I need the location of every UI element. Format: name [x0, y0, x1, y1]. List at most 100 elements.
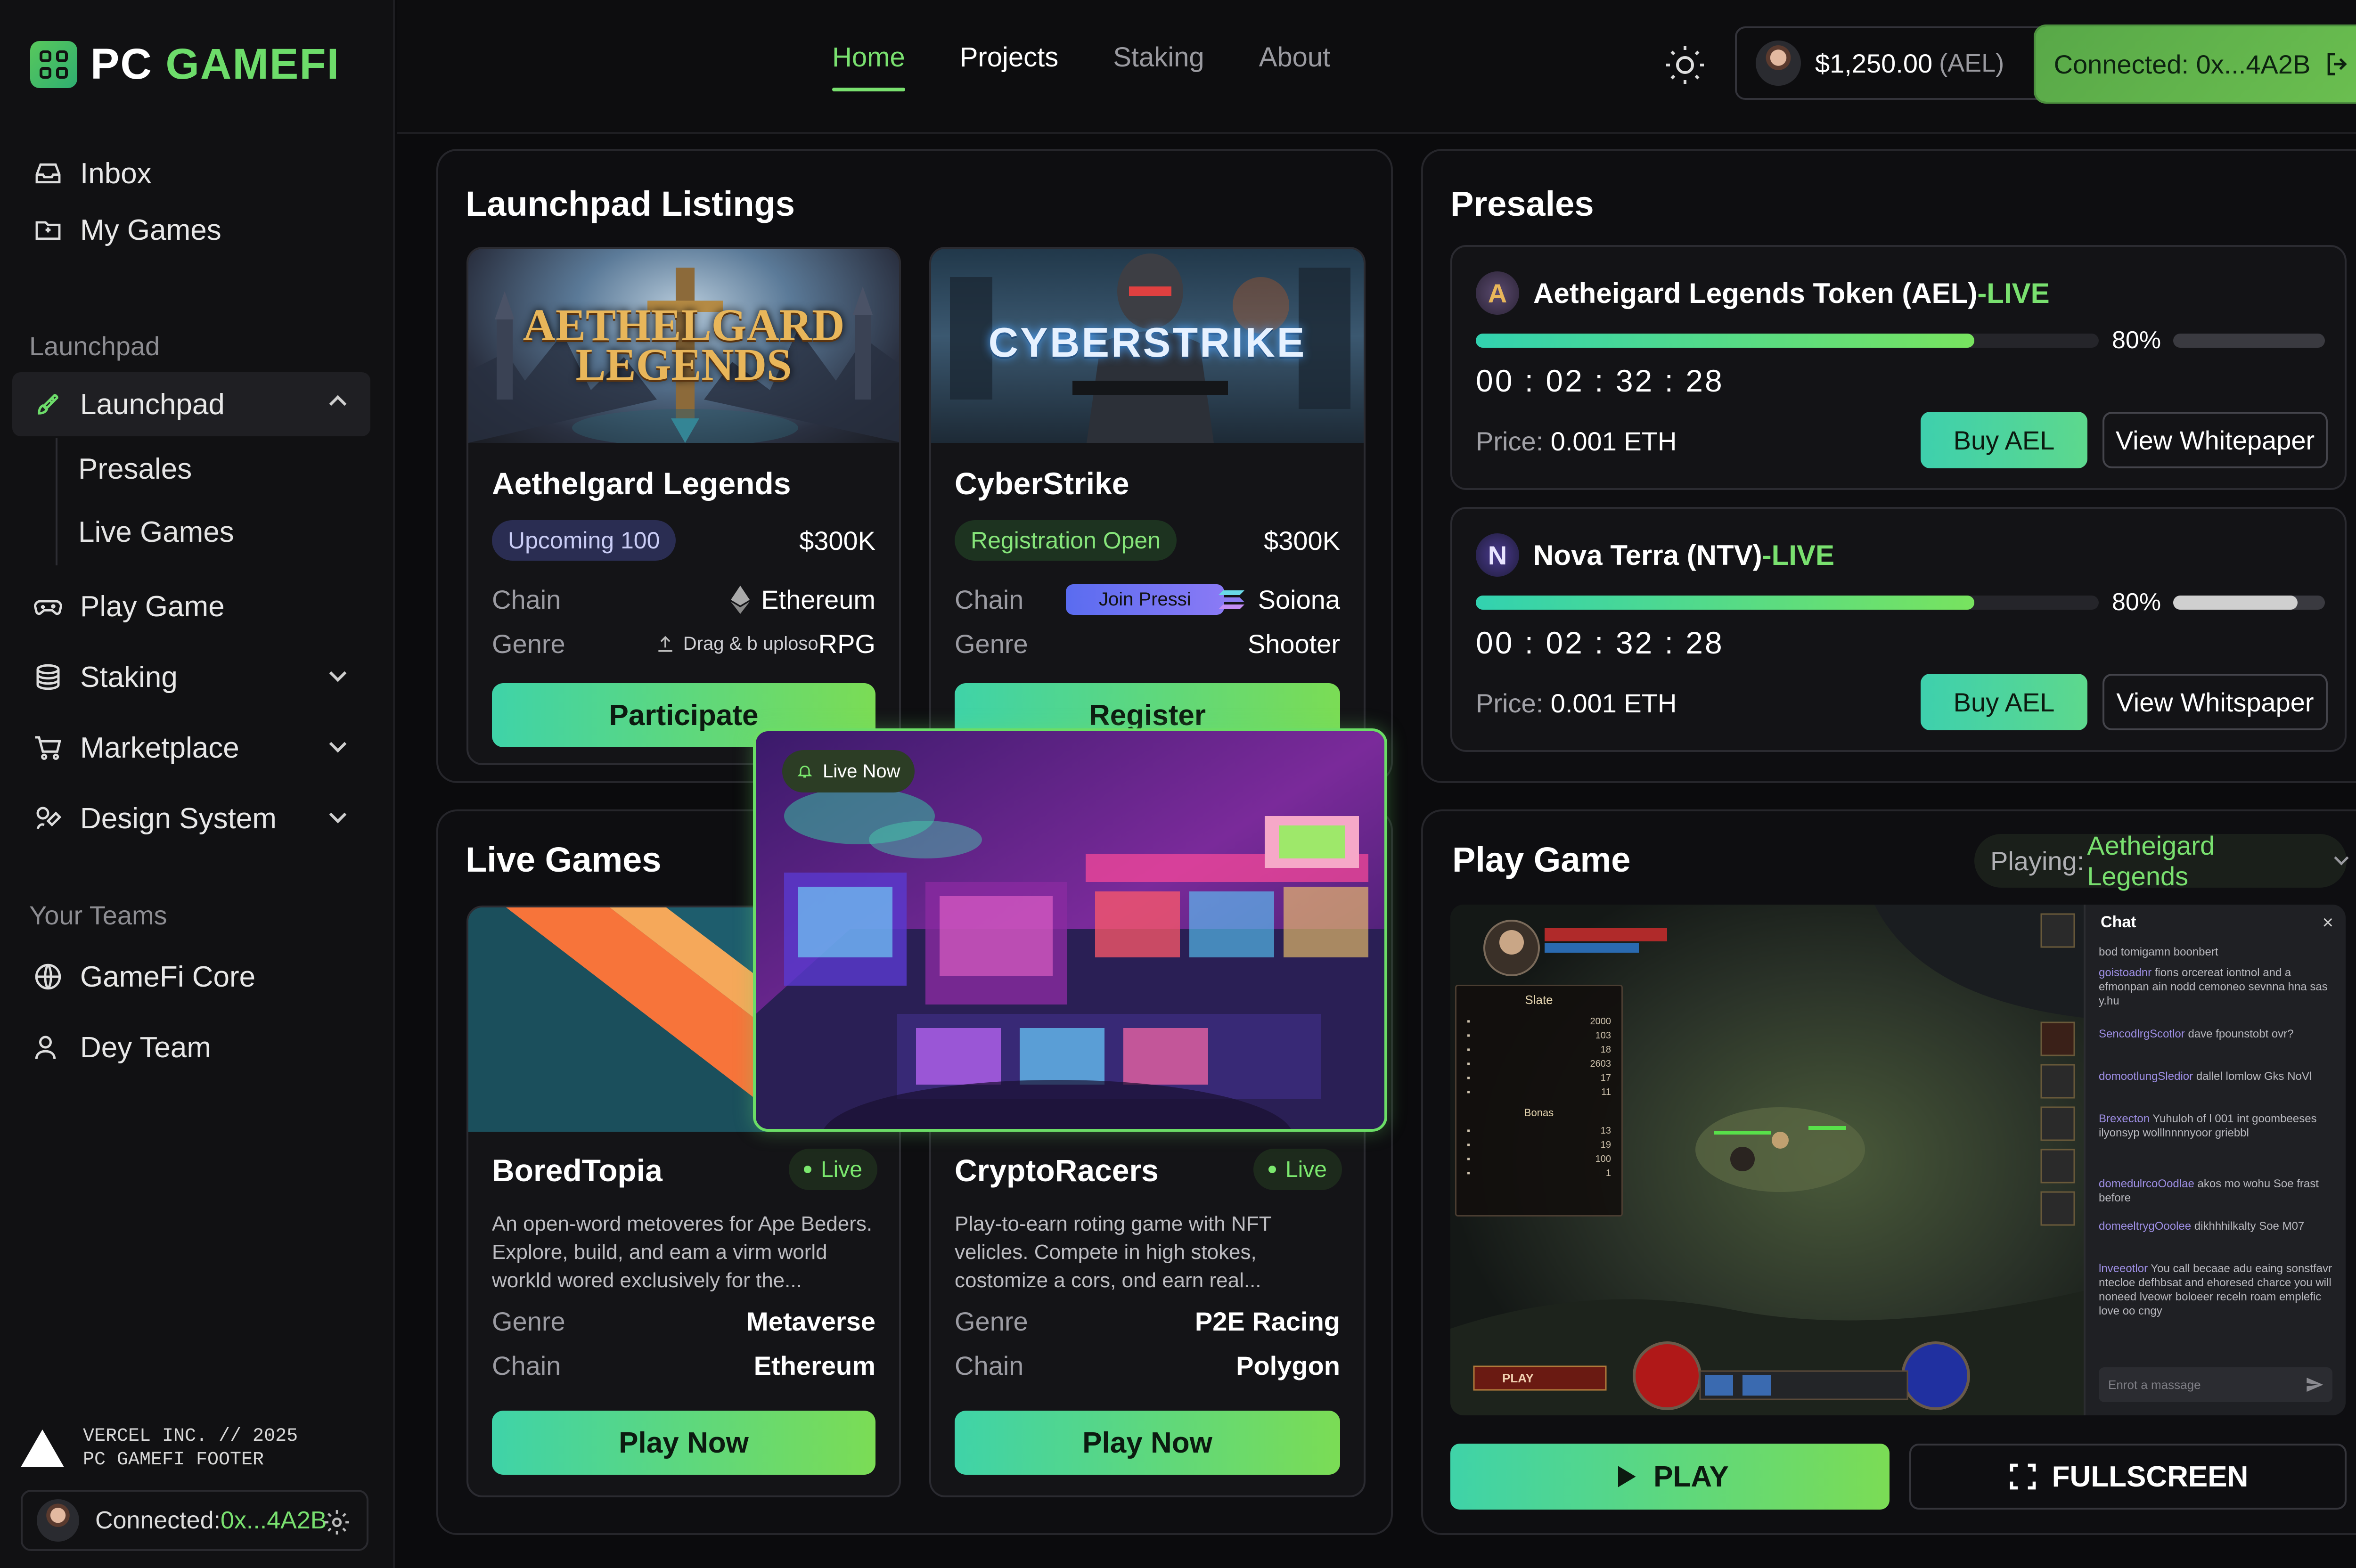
stat-row: ▪ 11	[1467, 1087, 1611, 1097]
sun-icon[interactable]	[1662, 42, 1708, 88]
sidebar-item-label: Staking	[80, 661, 178, 694]
sidebar-item-design-system[interactable]: Design System	[12, 783, 370, 854]
sidebar-item-inbox[interactable]: Inbox	[12, 145, 370, 202]
live-now-badge: Live Now	[782, 750, 915, 792]
stat-row: ▪ 2603	[1467, 1059, 1611, 1069]
chain-row: Chain Polygon	[955, 1350, 1340, 1381]
sidebar-item-label: Launchpad	[80, 388, 225, 421]
settings-icon[interactable]	[322, 1508, 352, 1543]
sidebar-nav-teams: GameFi Core Dey Team	[12, 941, 370, 1083]
inbox-icon	[31, 156, 65, 190]
send-icon[interactable]	[2305, 1375, 2324, 1394]
chat-message: goistoadnr fions orcereat iontnol and a …	[2099, 966, 2328, 1007]
status-live: LIVE	[1987, 277, 2050, 309]
chain-value: Ethereum	[753, 1351, 875, 1380]
chat-message: Brexecton Yuhuloh of l 001 int goombeese…	[2099, 1112, 2317, 1139]
tab-projects[interactable]: Projects	[960, 41, 1059, 73]
token-name: Nova Terra (NTV)	[1533, 539, 1762, 571]
chain-label: Chain	[492, 585, 561, 614]
card-title: CyberStrike	[955, 466, 1129, 501]
sidebar-item-team-dey-team[interactable]: Dey Team	[12, 1012, 370, 1083]
rocket-icon	[31, 387, 65, 421]
top-bar: Home Projects Staking About $1,250.00 (A…	[397, 0, 2356, 134]
play-button[interactable]: PLAY	[1450, 1444, 1890, 1510]
play-now-button[interactable]: Play Now	[955, 1411, 1340, 1475]
chat-message: bod tomigamn boonbert	[2099, 946, 2218, 958]
chevron-down-icon[interactable]	[329, 806, 347, 824]
ethereum-icon	[731, 585, 750, 614]
panel-title: Presales	[1450, 184, 1594, 223]
wallet-balance[interactable]: $1,250.00 (AEL)	[1735, 26, 2050, 100]
join-presale-tag[interactable]: Join Pressi	[1066, 584, 1224, 615]
status-separator: -	[1977, 277, 1987, 309]
countdown-timer: 00 : 02 : 32 : 28	[1476, 363, 1724, 398]
character-stats-window: Slate ▪ 2000 ▪ 103 ▪ 18 ▪ 2603 ▪ 17 ▪ 11 Bonas…	[1455, 985, 1623, 1217]
price-label: Price:	[1476, 688, 1551, 718]
countdown-timer: 00 : 02 : 32 : 28	[1476, 625, 1724, 660]
sidebar-item-staking[interactable]: Staking	[12, 642, 370, 712]
stat-row: ▪ 18	[1467, 1045, 1611, 1055]
chat-message: domootlungSledior dallel lomlow Gks NoVl	[2099, 1070, 2312, 1083]
sidebar-item-launchpad[interactable]: Launchpad	[12, 372, 370, 436]
connected-address: 0x...4A2B	[220, 1507, 327, 1534]
tab-about[interactable]: About	[1259, 41, 1331, 73]
sidebar: PC GAMEFI Inbox My Games Launchpad Launc…	[0, 0, 395, 1568]
sidebar-item-my-games[interactable]: My Games	[12, 202, 370, 258]
sidebar-item-play-game[interactable]: Play Game	[12, 571, 370, 642]
genre-row: Genre Drag & b uploso RPG	[492, 629, 875, 659]
brand-logo[interactable]: PC GAMEFI	[30, 40, 340, 89]
sidebar-footer: VERCEL INC. // 2025 PC GAMEFI FOOTER	[21, 1425, 298, 1472]
sidebar-item-label: GameFi Core	[80, 960, 256, 993]
chevron-up-icon[interactable]	[329, 395, 347, 413]
connect-wallet-button[interactable]: Connected: 0x...4A2B	[2036, 26, 2356, 102]
connected-wallet-footer[interactable]: Connected: 0x...4A2B	[21, 1490, 368, 1551]
panel-title: Play Game	[1452, 840, 1631, 879]
launchpad-card-cyberstrike[interactable]: CYBERSTRIKE CyberStrike Registration Ope…	[929, 247, 1366, 765]
connected-label: Connected:	[95, 1507, 221, 1534]
close-icon[interactable]: ×	[2323, 913, 2333, 932]
folder-icon	[31, 213, 65, 247]
buy-ael-button[interactable]: Buy AEL	[1921, 412, 2087, 468]
logo-icon	[30, 41, 77, 88]
genre-label: Genre	[492, 629, 565, 659]
chevron-down-icon[interactable]	[329, 735, 347, 753]
chat-message: lnveeotlor You call becaae adu eaing son…	[2099, 1262, 2332, 1317]
chat-input[interactable]: Enrot a massage	[2099, 1367, 2332, 1402]
progress-fill	[1476, 334, 1974, 348]
buy-ael-button[interactable]: Buy AEL	[1921, 674, 2087, 730]
sidebar-subitem-live-games[interactable]: Live Games	[12, 500, 370, 564]
tab-staking[interactable]: Staking	[1113, 41, 1204, 73]
chevron-down-icon[interactable]	[329, 664, 347, 682]
card-description: An open-word metoveres for Ape Beders. E…	[492, 1212, 873, 1292]
game-cover-title: AETHELGARD LEGENDS	[523, 300, 845, 390]
view-whitepaper-button[interactable]: View Whitepaper	[2102, 412, 2328, 468]
chat-message: SencodlrgScotlor dave fpounstobt ovr?	[2099, 1028, 2294, 1040]
chain-value: Ethereum	[761, 585, 875, 614]
featured-live-game-preview[interactable]: Live Now	[753, 728, 1387, 1132]
view-whitepaper-button[interactable]: View Whitspaper	[2102, 674, 2328, 730]
tab-home[interactable]: Home	[832, 41, 905, 91]
launchpad-card-aethelgard[interactable]: AETHELGARD LEGENDS Aethelgard Legends Up…	[466, 247, 901, 765]
play-now-button[interactable]: Play Now	[492, 1411, 875, 1475]
playing-selector[interactable]: Playing: Aetheigard Legends	[1974, 831, 2349, 891]
live-badge: Live	[1253, 1149, 1342, 1190]
upload-icon[interactable]	[655, 634, 676, 654]
launchpad-panel: Launchpad Listings AETHELGARD LEGENDS Ae…	[436, 149, 1393, 783]
playing-value: Aetheigard Legends	[2087, 831, 2215, 891]
live-dot	[1268, 1166, 1276, 1173]
chain-row: Chain Ethereum	[492, 584, 875, 615]
drag-upload-hint[interactable]: Drag & b uploso	[683, 633, 818, 654]
price-row: Price: 0.001 ETH	[1476, 426, 1677, 457]
sidebar-subitem-presales[interactable]: Presales	[12, 437, 370, 500]
sidebar-item-label: Play Game	[80, 590, 225, 623]
price-value: 0.001 ETH	[1550, 426, 1677, 456]
fullscreen-button[interactable]: FULLSCREEN	[1909, 1444, 2347, 1510]
hud-play-label[interactable]: PLAY	[1502, 1371, 1534, 1386]
sidebar-item-label: Design System	[80, 802, 277, 835]
live-dot	[803, 1166, 811, 1173]
playing-label: Playing:	[1990, 846, 2085, 876]
progress-percent: 80%	[2112, 327, 2161, 354]
sidebar-item-marketplace[interactable]: Marketplace	[12, 712, 370, 783]
sidebar-item-team-gamefi-core[interactable]: GameFi Core	[12, 941, 370, 1012]
game-viewport[interactable]: PLAY Slate ▪ 2000 ▪ 103 ▪ 18 ▪ 2603 ▪ 17 ▪ 11 …	[1450, 905, 2346, 1415]
